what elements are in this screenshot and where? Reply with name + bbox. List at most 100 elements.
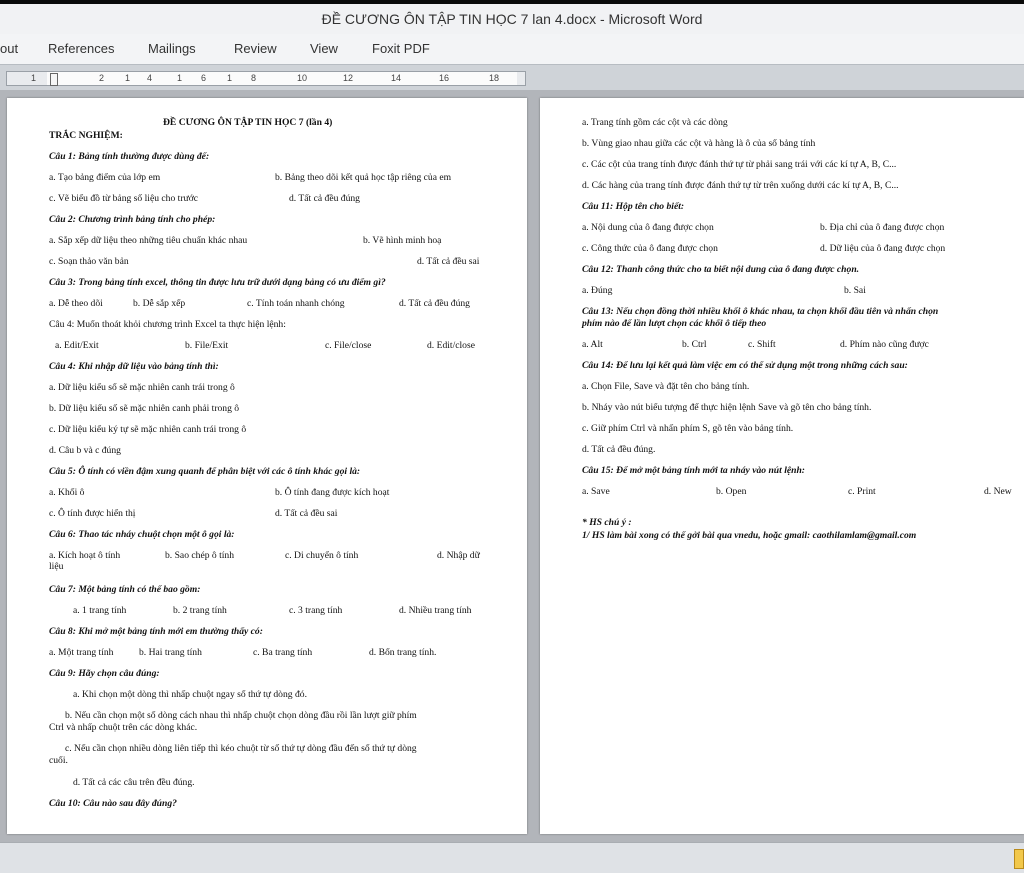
- answer-option: c. Di chuyển ô tính: [285, 550, 359, 561]
- answer-option: d. New: [984, 486, 1012, 497]
- ruler-tick: 10: [297, 73, 308, 83]
- answer-option: d. Câu b và c đúng: [49, 445, 121, 456]
- ruler-tick: 1: [31, 73, 37, 83]
- question: Câu 8: Khi mở một bảng tính mới em thườn…: [49, 626, 263, 637]
- answer-option: Ctrl và nhấp chuột trên các dòng khác.: [49, 722, 198, 733]
- ruler-strip: 1 2 1 4 1 6 1 8 10 12 14 16 18: [6, 71, 526, 86]
- ruler-tick: 8: [251, 73, 257, 83]
- question: Câu 7: Một bảng tính có thể bao gồm:: [49, 584, 201, 595]
- question: Câu 14: Để lưu lại kết quả làm việc em c…: [582, 360, 908, 371]
- question: Câu 9: Hãy chọn câu đúng:: [49, 668, 160, 679]
- ruler-tick: 12: [343, 73, 354, 83]
- tab-view[interactable]: View: [310, 41, 338, 56]
- answer-option: c. Nếu cần chọn nhiều dòng liên tiếp thì…: [65, 743, 417, 754]
- answer-option: c. Soạn thảo văn bản: [49, 256, 129, 267]
- document-page-2[interactable]: a. Trang tính gồm các cột và các dòng b.…: [540, 98, 1024, 834]
- answer-option: a. Kích hoạt ô tính: [49, 550, 121, 561]
- answer-option: b. Ctrl: [682, 339, 707, 350]
- answer-option: a. 1 trang tính: [73, 605, 127, 616]
- answer-option: c. Print: [848, 486, 876, 497]
- answer-option: c. 3 trang tính: [289, 605, 343, 616]
- answer-option: b. Open: [716, 486, 747, 497]
- question: Câu 13: Nếu chọn đồng thời nhiều khối ô …: [582, 306, 939, 317]
- window-title: ĐỀ CƯƠNG ÔN TẬP TIN HỌC 7 lan 4.docx - M…: [321, 11, 703, 27]
- answer-option: c. Ô tính được hiển thị: [49, 508, 136, 519]
- ruler-tick: 1: [227, 73, 233, 83]
- answer-option: a. Đúng: [582, 285, 613, 296]
- tab-references[interactable]: References: [48, 41, 114, 56]
- status-bar-corner: [1014, 849, 1024, 869]
- answer-option: a. Một trang tính: [49, 647, 114, 658]
- document-page-1[interactable]: ĐỀ CƯƠNG ÔN TẬP TIN HỌC 7 (lần 4) TRẮC N…: [7, 98, 527, 834]
- answer-option: d. Tất cả các câu trên đều đúng.: [73, 777, 195, 788]
- tab-mailings[interactable]: Mailings: [148, 41, 196, 56]
- indent-marker[interactable]: [50, 73, 58, 86]
- ruler-tick: 2: [99, 73, 105, 83]
- answer-option: b. File/Exit: [185, 340, 229, 351]
- horizontal-ruler[interactable]: 1 2 1 4 1 6 1 8 10 12 14 16 18: [0, 64, 1024, 91]
- answer-option: c. Vẽ biểu đồ từ bảng số liệu cho trước: [49, 193, 199, 204]
- answer-option: b. Ô tính đang được kích hoạt: [275, 487, 390, 498]
- answer-option: d. Dữ liệu của ô đang được chọn: [820, 243, 946, 254]
- answer-option: d. Tất cả đều sai: [275, 508, 338, 519]
- answer-option: b. Dữ liệu kiểu số sẽ mặc nhiên canh phả…: [49, 403, 240, 414]
- answer-option: b. Dễ sắp xếp: [133, 298, 186, 309]
- answer-option: liệu: [49, 561, 64, 572]
- question: Câu 2: Chương trình bảng tính cho phép:: [49, 214, 216, 225]
- answer-option: d. Nhiều trang tính: [399, 605, 472, 616]
- note-text: 1/ HS làm bài xong có thể gởi bài qua vn…: [582, 530, 917, 541]
- answer-option: a. Khối ô: [49, 487, 85, 498]
- answer-option: d. Tất cả đều đúng.: [582, 444, 656, 455]
- answer-option: c. Giữ phím Ctrl và nhấn phím S, gõ tên …: [582, 423, 794, 434]
- ruler-tick: 1: [125, 73, 131, 83]
- answer-option: c. Ba trang tính: [253, 647, 313, 658]
- answer-option: c. Dữ liệu kiểu ký tự sẽ mặc nhiên canh …: [49, 424, 247, 435]
- answer-option: b. Nháy vào nút biểu tượng để thực hiện …: [582, 402, 872, 413]
- answer-option: c. Shift: [748, 339, 776, 350]
- question: Câu 3: Trong bảng tính excel, thông tin …: [49, 277, 386, 288]
- question: Câu 10: Câu nào sau đây đúng?: [49, 798, 177, 809]
- ribbon-tabs: out References Mailings Review View Foxi…: [0, 34, 1024, 64]
- answer-option: a. Chọn File, Save và đặt tên cho bảng t…: [582, 381, 750, 392]
- ruler-tick: 14: [391, 73, 402, 83]
- answer-option: b. Địa chỉ của ô đang được chọn: [820, 222, 945, 233]
- answer-option: a. Tạo bảng điểm của lớp em: [49, 172, 161, 183]
- tab-foxit-pdf[interactable]: Foxit PDF: [372, 41, 430, 56]
- answer-option: a. Alt: [582, 339, 603, 350]
- question: phím nào để lần lượt chọn các khối ô tiế…: [582, 318, 767, 329]
- answer-option: a. Dễ theo dõi: [49, 298, 103, 309]
- section-heading: TRẮC NGHIỆM:: [49, 130, 123, 141]
- answer-option: c. File/close: [325, 340, 372, 351]
- answer-option: a. Khi chọn một dòng thì nhấp chuột ngay…: [73, 689, 307, 700]
- question: Câu 4: Khi nhập dữ liệu vào bảng tính th…: [49, 361, 219, 372]
- answer-option: b. Bảng theo dõi kết quả học tập riêng c…: [275, 172, 452, 183]
- answer-option: b. Nếu cần chọn một số dòng cách nhau th…: [65, 710, 417, 721]
- ruler-tick: 4: [147, 73, 153, 83]
- answer-option: b. 2 trang tính: [173, 605, 227, 616]
- question: Câu 6: Thao tác nháy chuột chọn một ô gọ…: [49, 529, 235, 540]
- answer-option: a. Nội dung của ô đang được chọn: [582, 222, 714, 233]
- answer-option: a. Trang tính gồm các cột và các dòng: [582, 117, 728, 128]
- answer-option: d. Tất cả đều đúng: [399, 298, 470, 309]
- status-bar: [0, 842, 1024, 873]
- ruler-tick: 18: [489, 73, 500, 83]
- question: Câu 12: Thanh công thức cho ta biết nội …: [582, 264, 860, 275]
- answer-option: c. Các cột của trang tính được đánh thứ …: [582, 159, 897, 170]
- answer-option: b. Vùng giao nhau giữa các cột và hàng l…: [582, 138, 816, 149]
- answer-option: d. Tất cả đều đúng: [289, 193, 360, 204]
- question: Câu 15: Để mở một bảng tính mới ta nháy …: [582, 465, 805, 476]
- answer-option: d. Tất cả đều sai: [417, 256, 480, 267]
- ruler-tick: 6: [201, 73, 207, 83]
- tab-layout[interactable]: out: [0, 41, 18, 56]
- tab-review[interactable]: Review: [234, 41, 277, 56]
- answer-option: cuối.: [49, 755, 68, 766]
- answer-option: d. Các hàng của trang tính được đánh thứ…: [582, 180, 899, 191]
- question: Câu 11: Hộp tên cho biết:: [582, 201, 685, 212]
- answer-option: d. Bốn trang tính.: [369, 647, 437, 658]
- question: Câu 4: Muốn thoát khỏi chương trình Exce…: [49, 319, 286, 330]
- ruler-tick: 1: [177, 73, 183, 83]
- answer-option: d. Phím nào cũng được: [840, 339, 929, 350]
- answer-option: a. Dữ liệu kiểu số sẽ mặc nhiên canh trá…: [49, 382, 235, 393]
- answer-option: a. Save: [582, 486, 610, 497]
- document-workspace[interactable]: ĐỀ CƯƠNG ÔN TẬP TIN HỌC 7 (lần 4) TRẮC N…: [0, 90, 1024, 842]
